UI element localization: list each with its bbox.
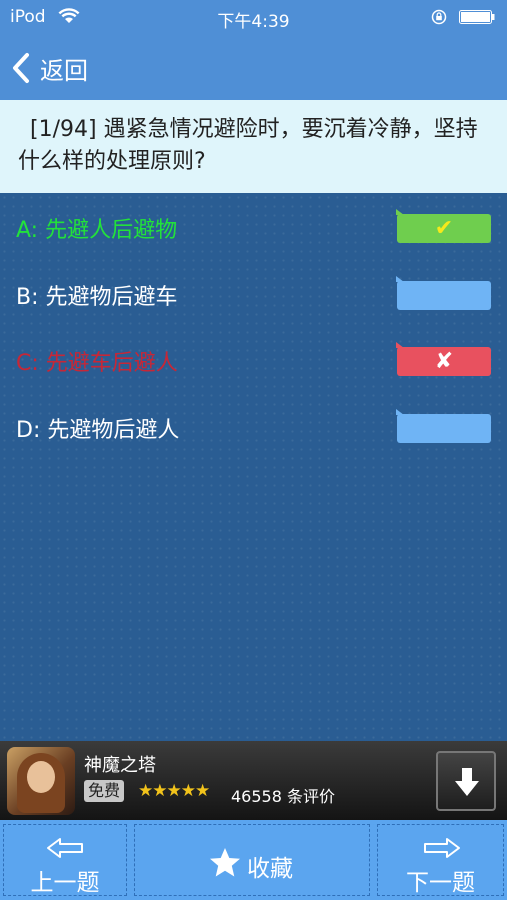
back-button[interactable]: 返回 [10, 48, 88, 88]
option-d[interactable]: D: 先避物后避人 [0, 396, 507, 456]
ad-banner[interactable]: 神魔之塔 免费 ★★★★★ 46558 条评价 [0, 741, 507, 820]
option-label: C: 先避车后避人 [16, 351, 178, 376]
next-label: 下一题 [406, 870, 475, 896]
arrow-right-icon [424, 838, 460, 858]
option-c[interactable]: C: 先避车后避人 ✘ [0, 329, 507, 389]
status-bar: iPod 下午4:39 [0, 0, 507, 34]
previous-question-button[interactable]: 上一题 [3, 824, 127, 896]
answer-list: A: 先避人后避物 ✔ B: 先避物后避车 C: 先避车后避人 ✘ D: 先避物… [0, 193, 507, 741]
star-icon [210, 848, 240, 877]
favorite-button[interactable]: 收藏 [134, 824, 370, 896]
favorite-label: 收藏 [247, 856, 293, 882]
checkmark-icon: ✔ [434, 216, 454, 241]
price-badge: 免费 [84, 780, 125, 802]
app-icon [7, 747, 75, 815]
ad-title: 神魔之塔 [84, 755, 156, 776]
chevron-left-icon [13, 53, 29, 83]
rotation-lock-icon [431, 9, 447, 25]
answer-flag [396, 276, 491, 310]
rating-count: 46558 条评价 [231, 787, 335, 806]
option-label: A: 先避人后避物 [16, 218, 178, 243]
back-label: 返回 [40, 56, 88, 85]
bottom-toolbar: 上一题 收藏 下一题 [0, 820, 507, 900]
battery-icon [459, 10, 495, 24]
option-label: B: 先避物后避车 [16, 285, 178, 310]
nav-bar: 返回 [0, 34, 507, 100]
next-question-button[interactable]: 下一题 [377, 824, 504, 896]
answer-flag [396, 409, 491, 443]
arrow-left-icon [47, 838, 83, 858]
option-a[interactable]: A: 先避人后避物 ✔ [0, 196, 507, 256]
previous-label: 上一题 [30, 870, 100, 896]
download-arrow-icon [455, 768, 479, 796]
correct-flag: ✔ [396, 209, 491, 243]
wrong-flag: ✘ [396, 342, 491, 376]
character-face [27, 761, 55, 793]
download-button[interactable] [436, 751, 496, 811]
option-b[interactable]: B: 先避物后避车 [0, 263, 507, 323]
rating-stars: ★★★★★ [138, 781, 210, 801]
cross-icon: ✘ [434, 349, 454, 374]
question-text: [1/94] 遇紧急情况避险时，要沉着冷静，坚持什么样的处理原则? [0, 100, 507, 193]
option-label: D: 先避物后避人 [16, 418, 180, 443]
